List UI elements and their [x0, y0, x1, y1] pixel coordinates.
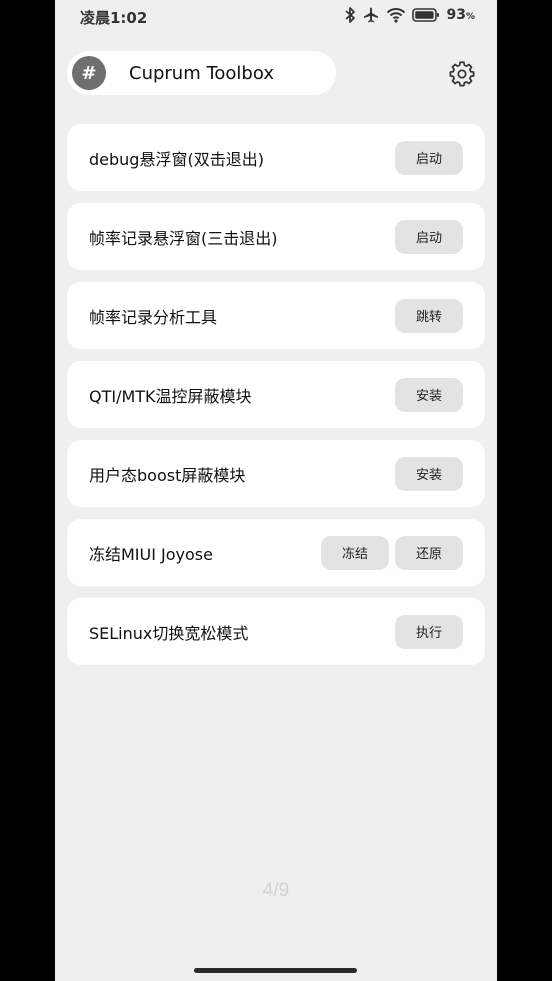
card-label: 帧率记录悬浮窗(三击退出) — [89, 228, 278, 248]
install-thermal-module-button[interactable]: 安装 — [395, 377, 463, 412]
start-fps-overlay-button[interactable]: 启动 — [395, 219, 463, 254]
install-boost-module-button[interactable]: 安装 — [395, 456, 463, 491]
card-selinux-permissive: SELinux切换宽松模式 执行 — [67, 598, 485, 665]
bluetooth-icon — [344, 6, 356, 24]
tool-card-list: debug悬浮窗(双击退出) 启动 帧率记录悬浮窗(三击退出) 启动 帧率记录分… — [67, 124, 485, 677]
status-bar: 凌晨1:02 93% — [55, 0, 497, 34]
jump-fps-analysis-button[interactable]: 跳转 — [395, 298, 463, 333]
gear-icon — [449, 61, 475, 87]
page-indicator: 4/9 — [262, 880, 290, 901]
home-indicator[interactable] — [194, 968, 357, 973]
app-title-bar: # Cuprum Toolbox — [67, 51, 336, 95]
card-freeze-joyose: 冻结MIUI Joyose 冻结 还原 — [67, 519, 485, 586]
start-debug-overlay-button[interactable]: 启动 — [395, 140, 463, 175]
card-debug-overlay: debug悬浮窗(双击退出) 启动 — [67, 124, 485, 191]
status-time: 凌晨1:02 — [80, 9, 148, 27]
card-label: QTI/MTK温控屏蔽模块 — [89, 386, 252, 406]
card-label: 帧率记录分析工具 — [89, 307, 218, 327]
screen: 凌晨1:02 93% # Cuprum Toolbox debug悬浮窗(双击退… — [55, 0, 497, 981]
battery-percent: 93% — [446, 7, 475, 23]
status-icons: 93% — [344, 6, 475, 24]
card-thermal-module: QTI/MTK温控屏蔽模块 安装 — [67, 361, 485, 428]
card-fps-analysis: 帧率记录分析工具 跳转 — [67, 282, 485, 349]
freeze-joyose-button[interactable]: 冻结 — [321, 535, 389, 570]
card-label: 冻结MIUI Joyose — [89, 544, 213, 564]
hash-badge-icon: # — [72, 56, 106, 90]
app-title: Cuprum Toolbox — [129, 62, 274, 84]
card-label: SELinux切换宽松模式 — [89, 623, 249, 643]
card-label: 用户态boost屏蔽模块 — [89, 465, 246, 485]
settings-button[interactable] — [447, 59, 477, 89]
wifi-icon — [386, 6, 406, 24]
card-fps-overlay: 帧率记录悬浮窗(三击退出) 启动 — [67, 203, 485, 270]
airplane-mode-icon — [362, 6, 380, 24]
battery-icon — [412, 6, 440, 24]
battery-value: 93 — [446, 7, 466, 23]
execute-selinux-button[interactable]: 执行 — [395, 614, 463, 649]
restore-joyose-button[interactable]: 还原 — [395, 535, 463, 570]
card-boost-module: 用户态boost屏蔽模块 安装 — [67, 440, 485, 507]
battery-unit: % — [465, 12, 475, 22]
card-label: debug悬浮窗(双击退出) — [89, 149, 264, 169]
